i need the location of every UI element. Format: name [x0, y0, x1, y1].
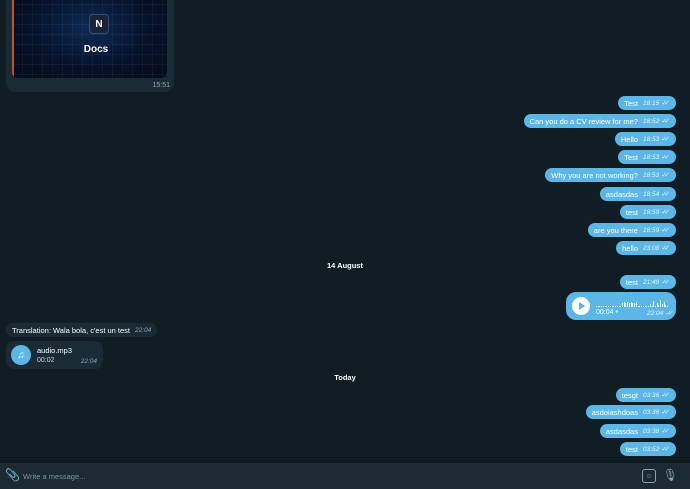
audio-file-message[interactable]: ♫ audio.mp3 00:02 22:04: [6, 341, 103, 369]
outgoing-message[interactable]: Can you do a CV review for me? 18:52 ✓✓: [523, 114, 676, 128]
message-time: 18:54: [642, 190, 660, 198]
docs-logo-icon: N: [89, 14, 109, 34]
double-check-icon: ✓✓: [661, 446, 670, 453]
microphone-icon[interactable]: 🎙: [663, 468, 678, 482]
message-text: hello: [622, 243, 638, 253]
incoming-message[interactable]: Translation: Wala bola, c'est un test 22:…: [6, 323, 158, 337]
date-separator: Today: [0, 371, 690, 384]
outgoing-message[interactable]: are you there 18:59 ✓✓: [587, 223, 676, 237]
message-text: asdoiashdoas: [591, 407, 638, 417]
message-time: 03:36: [642, 391, 660, 399]
message-time: 22:04: [135, 326, 152, 334]
double-check-icon: ✓✓: [665, 310, 673, 317]
audio-duration: 00:02: [37, 357, 55, 364]
message-time: 18:52: [642, 117, 660, 125]
message-time: 18:53: [642, 135, 660, 143]
message-text: Hello: [620, 134, 638, 144]
message-time: 03:52: [642, 445, 660, 453]
message-time: 21:49: [642, 278, 660, 286]
voice-duration: 00:04 •: [596, 309, 618, 316]
outgoing-message[interactable]: Hello 18:53 ✓✓: [614, 132, 676, 146]
double-check-icon: ✓✓: [661, 172, 670, 179]
docs-preview-image[interactable]: N Docs: [12, 0, 167, 78]
message-text: Can you do a CV review for me?: [529, 116, 638, 126]
double-check-icon: ✓✓: [661, 245, 670, 252]
double-check-icon: ✓✓: [661, 227, 670, 234]
chat-area: N Docs 15:51 Test 18:15 ✓✓ Can you do a CV…: [0, 0, 690, 462]
date-label: 14 August: [321, 259, 369, 272]
message-time: 15:51: [152, 82, 170, 89]
duration-text: 00:04: [596, 309, 614, 316]
time-text: 22:04: [647, 310, 664, 317]
message-time: 03:38: [642, 427, 660, 435]
double-check-icon: ✓✓: [661, 428, 670, 435]
outgoing-message[interactable]: Why you are not working? 18:53 ✓✓: [545, 168, 676, 182]
date-separator: 14 August: [0, 259, 690, 272]
message-text: Test: [624, 152, 638, 162]
sticker-icon[interactable]: ☺: [642, 469, 656, 483]
message-text: are you there: [593, 225, 638, 235]
date-label: Today: [328, 371, 362, 384]
message-input[interactable]: [23, 470, 613, 482]
outgoing-message[interactable]: Test 18:53 ✓✓: [618, 150, 676, 164]
paperclip-icon[interactable]: 📎: [5, 468, 20, 482]
music-note-icon[interactable]: ♫: [11, 345, 31, 365]
docs-title: Docs: [83, 44, 109, 55]
outgoing-message[interactable]: test 21:49 ✓✓: [619, 275, 676, 289]
outgoing-message[interactable]: tesgt 03:36 ✓✓: [615, 388, 676, 402]
double-check-icon: ✓✓: [661, 118, 670, 125]
message-time: 18:59: [642, 226, 660, 234]
message-text: test: [625, 444, 638, 454]
double-check-icon: ✓✓: [661, 409, 670, 416]
outgoing-message[interactable]: Test 18:15 ✓✓: [618, 96, 676, 110]
audio-filename: audio.mp3: [37, 346, 73, 355]
message-time: 18:59: [642, 208, 660, 216]
double-check-icon: ✓✓: [661, 209, 670, 216]
preview-edge: [12, 0, 14, 78]
outgoing-message[interactable]: test 03:52 ✓✓: [619, 442, 676, 456]
double-check-icon: ✓✓: [661, 392, 670, 399]
double-check-icon: ✓✓: [661, 279, 670, 286]
outgoing-message[interactable]: asdoiashdoas 03:36 ✓✓: [585, 405, 676, 419]
outgoing-message[interactable]: asdasdas 03:38 ✓✓: [599, 424, 676, 438]
message-text: asdasdas: [605, 426, 638, 436]
double-check-icon: ✓✓: [661, 136, 670, 143]
message-time: 22:04 ✓✓: [647, 309, 673, 317]
message-text: Why you are not working?: [551, 170, 638, 180]
outgoing-message[interactable]: hello 23:08 ✓✓: [616, 241, 676, 255]
message-time: 18:53: [642, 171, 660, 179]
unplayed-dot: •: [615, 309, 618, 316]
voice-message[interactable]: 00:04 • 22:04 ✓✓: [566, 292, 676, 320]
message-text: tesgt: [621, 390, 638, 400]
message-text: Translation: Wala bola, c'est un test: [12, 325, 131, 335]
waveform[interactable]: [596, 298, 668, 307]
message-time: 18:53: [642, 153, 660, 161]
play-icon[interactable]: [572, 297, 590, 315]
message-time: 22:04: [80, 358, 97, 365]
outgoing-message[interactable]: asdasdas 18:54 ✓✓: [599, 187, 676, 201]
double-check-icon: ✓✓: [661, 100, 670, 107]
message-text: test: [625, 277, 638, 287]
message-text: asdasdas: [605, 189, 638, 199]
double-check-icon: ✓✓: [661, 154, 670, 161]
message-time: 18:15: [642, 99, 660, 107]
double-check-icon: ✓✓: [661, 191, 670, 198]
outgoing-message[interactable]: test 18:59 ✓✓: [619, 205, 676, 219]
message-text: test: [625, 207, 638, 217]
message-text: Test: [624, 98, 638, 108]
media-message[interactable]: N Docs 15:51: [6, 0, 174, 92]
message-time: 03:36: [642, 408, 660, 416]
message-input-bar: 📎 ☺ 🎙: [0, 462, 690, 489]
message-time: 23:08: [642, 244, 660, 252]
